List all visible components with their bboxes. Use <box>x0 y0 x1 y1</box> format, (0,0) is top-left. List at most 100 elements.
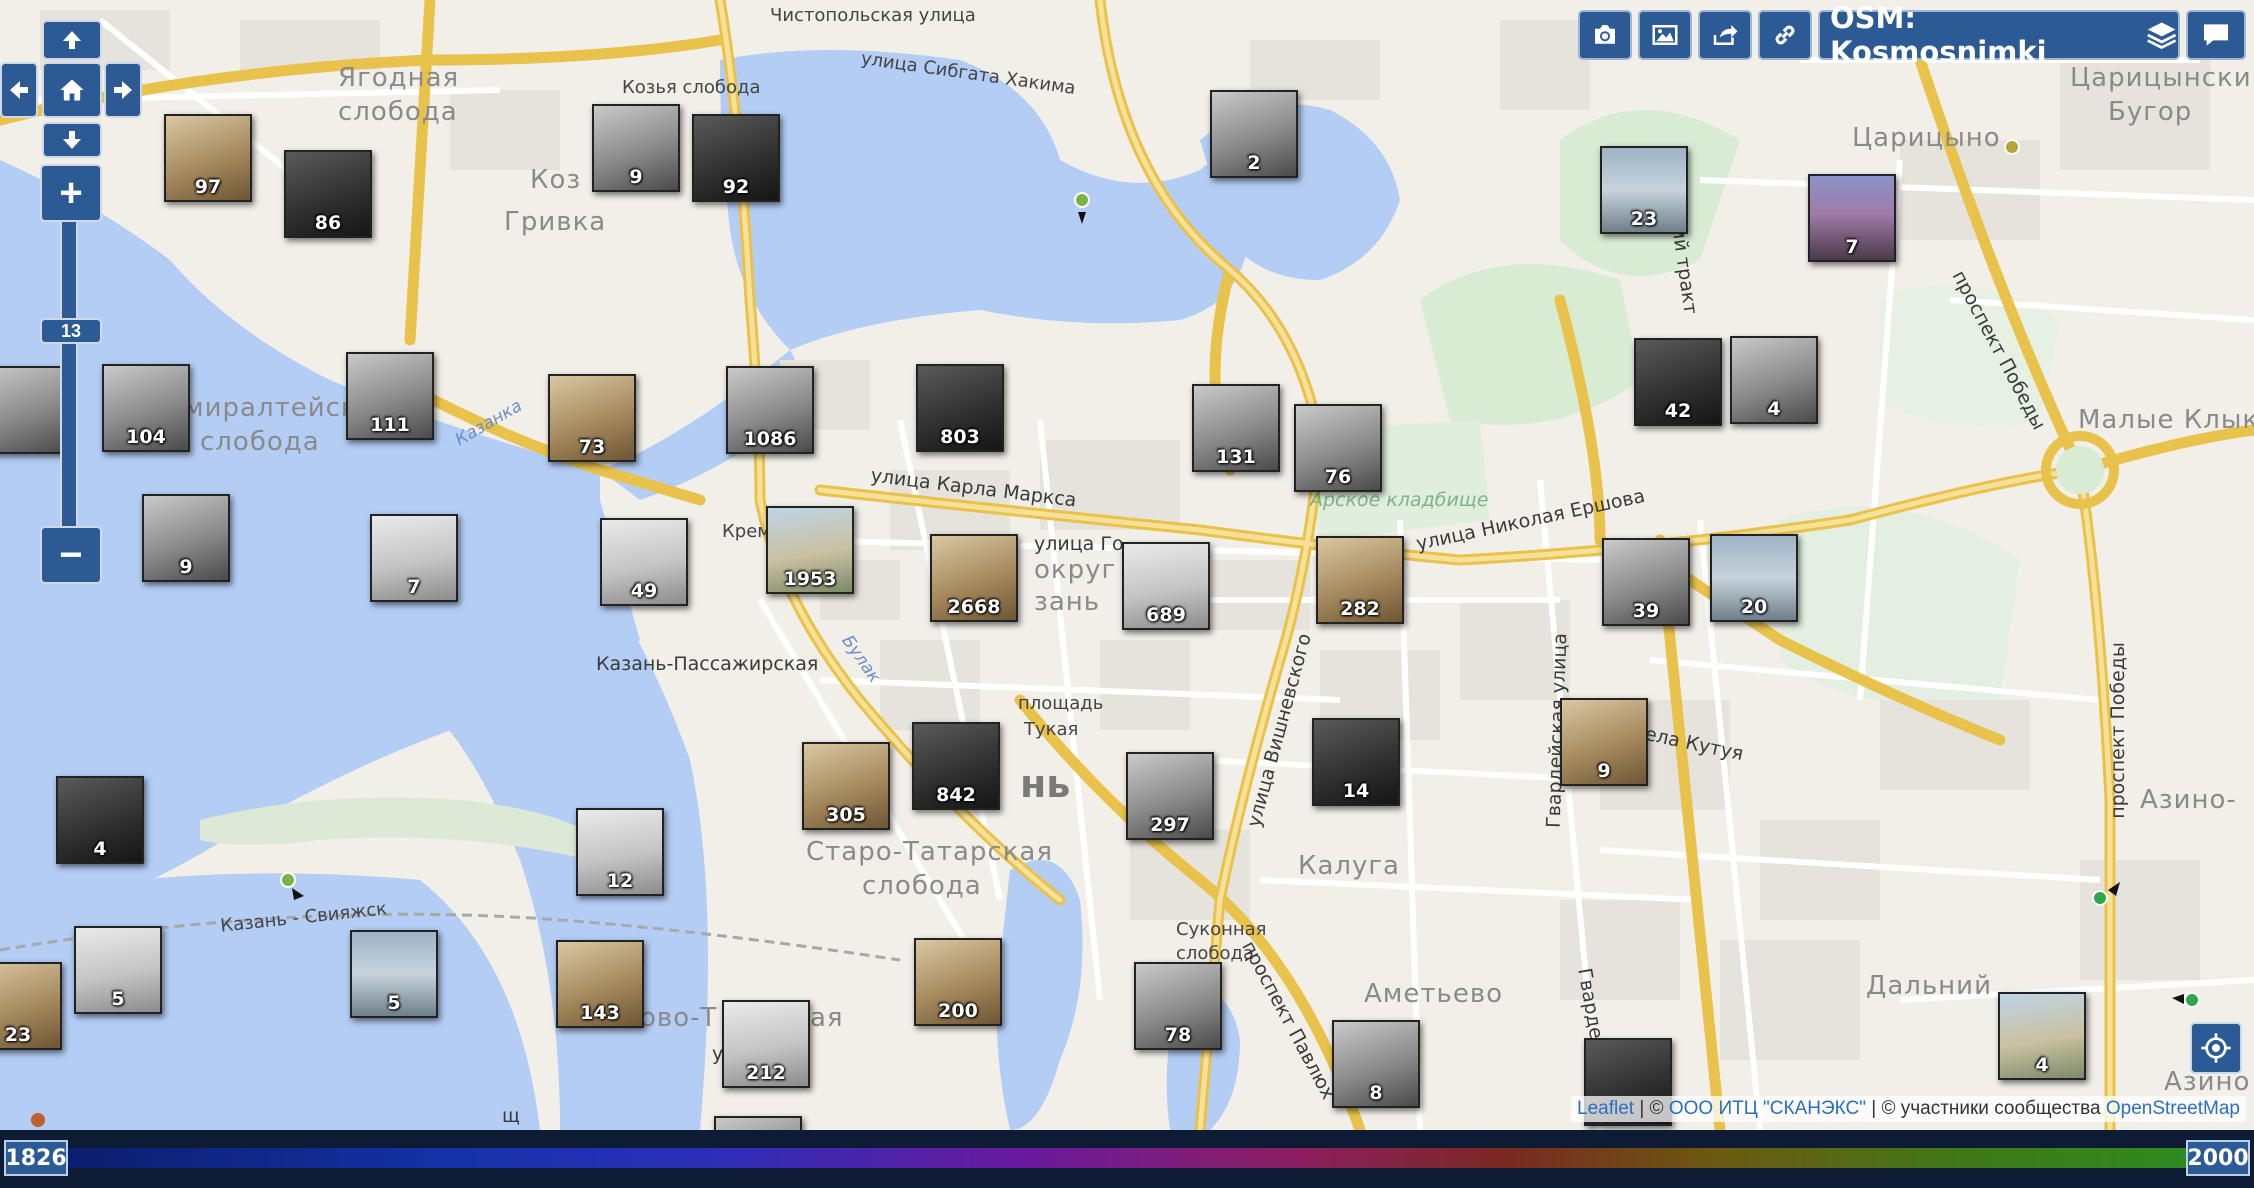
layer-switcher-button[interactable]: OSM: Kosmosnimki <box>1818 1 2180 69</box>
photo-cluster[interactable]: 1086 <box>726 366 814 454</box>
pan-left-button[interactable] <box>0 62 38 118</box>
photo-cluster[interactable]: 200 <box>914 938 1002 1026</box>
photo-cluster[interactable]: 4 <box>1998 992 2086 1080</box>
photo-cluster[interactable]: 9 <box>1560 698 1648 786</box>
label-tsaritsyno: Царицыно <box>1852 123 2001 153</box>
photo-count: 86 <box>314 212 342 234</box>
camera-button[interactable] <box>1578 10 1632 60</box>
label-okrug: округ <box>1034 555 1117 585</box>
year-range-gradient[interactable] <box>66 1148 2188 1168</box>
photo-cluster[interactable]: 297 <box>1126 752 1214 840</box>
photo-cluster[interactable] <box>0 366 68 454</box>
layers-icon <box>2146 22 2176 50</box>
photo-cluster[interactable]: 42 <box>1634 338 1722 426</box>
label-kazan-city: нь <box>1020 762 1071 806</box>
photo-cluster[interactable]: 23 <box>1600 146 1688 234</box>
photo-cluster[interactable]: 143 <box>556 940 644 1028</box>
link-icon <box>1775 25 1795 45</box>
photo-cluster[interactable]: 76 <box>1294 404 1382 492</box>
label-u2: щ <box>502 1105 520 1127</box>
label-ploshchad-2: Тукая <box>1024 719 1079 740</box>
end-year-handle[interactable]: 2000 <box>2186 1140 2250 1176</box>
photo-cluster[interactable] <box>714 1116 802 1130</box>
label-staro-tatarskaya-2: слобода <box>862 871 982 901</box>
photo-cluster[interactable]: 8 <box>1332 1020 1420 1108</box>
photo-count: 5 <box>387 992 401 1014</box>
pan-right-button[interactable] <box>104 62 142 118</box>
zoom-level-value: 13 <box>60 320 82 341</box>
label-arskoe: Арское кладбище <box>1310 489 1489 511</box>
photo-cluster[interactable]: 689 <box>1122 542 1210 630</box>
photo-cluster[interactable]: 7 <box>370 514 458 602</box>
pan-up-button[interactable] <box>42 20 102 60</box>
photo-count: 39 <box>1632 600 1660 622</box>
photo-count: 282 <box>1340 598 1380 620</box>
leaflet-link[interactable]: Leaflet <box>1577 1098 1634 1119</box>
photo-cluster[interactable]: 803 <box>916 364 1004 452</box>
photo-cluster[interactable]: 39 <box>1602 538 1690 626</box>
zoom-in-button[interactable]: + <box>40 164 102 222</box>
photo-cluster[interactable]: 282 <box>1316 536 1404 624</box>
photo-cluster[interactable]: 9 <box>592 104 680 192</box>
photo-cluster[interactable]: 1953 <box>766 506 854 594</box>
photo-count: 14 <box>1342 780 1370 802</box>
photo-cluster[interactable]: 111 <box>346 352 434 440</box>
pan-down-button[interactable] <box>42 122 102 158</box>
photo-count: 8 <box>1369 1082 1383 1104</box>
photo-cluster[interactable]: 12 <box>576 808 664 896</box>
photo-cluster[interactable]: 14 <box>1312 718 1400 806</box>
photo-cluster[interactable]: 305 <box>802 742 890 830</box>
photo-cluster[interactable]: 23 <box>0 962 62 1050</box>
label-ulitsa-go: улица Го <box>1034 533 1124 555</box>
layer-label: OSM: Kosmosnimki <box>1830 1 2047 69</box>
photo-cluster[interactable]: 842 <box>912 722 1000 810</box>
photo-cluster[interactable]: 49 <box>600 518 688 606</box>
map-view[interactable]: Чистопольская улица Козья слобода улица … <box>0 0 2254 1130</box>
locate-button[interactable] <box>2190 1022 2242 1074</box>
photo-cluster[interactable]: 2 <box>1210 90 1298 178</box>
scanex-link[interactable]: ООО ИТЦ "СКАНЭКС" <box>1669 1098 1866 1119</box>
comments-button[interactable] <box>2186 10 2246 60</box>
home-button[interactable] <box>42 62 102 118</box>
label-aya: ая <box>810 1003 844 1033</box>
photo-cluster[interactable]: 5 <box>350 930 438 1018</box>
map-attribution: Leaflet | © ООО ИТЦ "СКАНЭКС" | © участн… <box>1571 1096 2246 1122</box>
photo-cluster[interactable]: 86 <box>284 150 372 238</box>
photo-cluster[interactable]: 97 <box>164 114 252 202</box>
photo-cluster[interactable]: 212 <box>722 1000 810 1088</box>
start-year-handle[interactable]: 1826 <box>4 1140 68 1176</box>
photo-cluster[interactable]: 4 <box>56 776 144 864</box>
label-koz-1: Коз <box>530 165 582 195</box>
osm-link[interactable]: OpenStreetMap <box>2106 1098 2240 1119</box>
photo-count: 4 <box>93 838 107 860</box>
link-button[interactable] <box>1758 10 1812 60</box>
photo-count: 23 <box>4 1024 32 1046</box>
photo-count: 9 <box>1597 760 1611 782</box>
photo-count: 97 <box>194 176 222 198</box>
photo-count: 4 <box>1767 398 1781 420</box>
photo-cluster[interactable]: 5 <box>74 926 162 1014</box>
photo-cluster[interactable]: 104 <box>102 364 190 452</box>
share-button[interactable] <box>1698 10 1752 60</box>
photo-count: 73 <box>578 436 606 458</box>
zoom-slider-track[interactable] <box>60 222 78 542</box>
year-timeline[interactable]: 1826 2000 <box>0 1130 2254 1188</box>
photo-cluster[interactable]: 9 <box>142 494 230 582</box>
label-yagodnaya-1: Ягодная <box>338 63 460 93</box>
photo-thumbnail <box>0 368 66 452</box>
label-ametyevo: Аметьево <box>1364 979 1504 1009</box>
label-koz-2: Гривка <box>504 207 607 237</box>
photo-cluster[interactable]: 73 <box>548 374 636 462</box>
label-staro-tatarskaya-1: Старо-Татарская <box>806 837 1053 867</box>
zoom-out-button[interactable]: − <box>40 526 102 584</box>
photo-count: 143 <box>580 1002 620 1024</box>
photo-cluster[interactable]: 2668 <box>930 534 1018 622</box>
photo-cluster[interactable]: 78 <box>1134 962 1222 1050</box>
photo-cluster[interactable]: 131 <box>1192 384 1280 472</box>
photo-cluster[interactable]: 20 <box>1710 534 1798 622</box>
photo-cluster[interactable]: 4 <box>1730 336 1818 424</box>
zoom-slider-handle[interactable]: 13 <box>40 318 102 344</box>
photo-cluster[interactable]: 7 <box>1808 174 1896 262</box>
image-button[interactable] <box>1638 10 1692 60</box>
photo-cluster[interactable]: 92 <box>692 114 780 202</box>
